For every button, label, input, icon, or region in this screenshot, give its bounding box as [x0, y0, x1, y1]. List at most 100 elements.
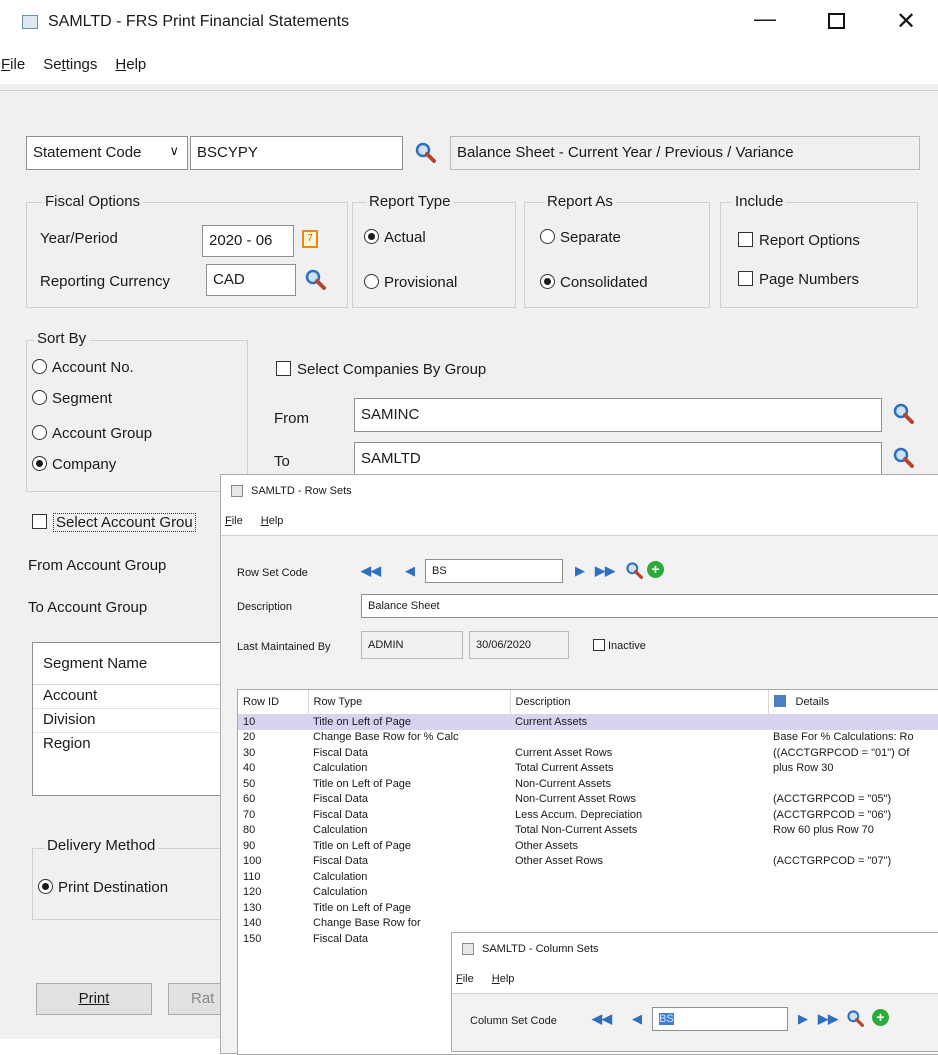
description-input[interactable]: Balance Sheet	[361, 594, 938, 618]
table-row[interactable]: 80 Calculation Total Non-Current Assets Row…	[238, 823, 938, 839]
radio-consolidated[interactable]: Consolidated	[540, 274, 648, 291]
menubar-divider	[0, 90, 938, 91]
secondary-button[interactable]: Rat	[168, 983, 228, 1015]
cell-row-type: Fiscal Data	[313, 793, 369, 806]
cell-row-type: Change Base Row for	[313, 917, 421, 930]
cell-details	[768, 885, 938, 901]
row-set-code-label: Row Set Code	[237, 567, 308, 579]
last-maintained-date: 30/06/2020	[469, 631, 569, 659]
rowsets-titlebar: SAMLTD - Row Sets	[221, 475, 938, 507]
statement-code-select[interactable]: Statement Code ∨	[26, 136, 188, 170]
menu-help[interactable]: Help	[492, 973, 515, 985]
table-row[interactable]: 60 Fiscal Data Non-Current Asset Rows (ACCT…	[238, 792, 938, 808]
year-period-label: Year/Period	[40, 230, 118, 247]
checkbox-report-options[interactable]: Report Options	[738, 232, 860, 249]
menu-file[interactable]: File	[225, 515, 243, 527]
app-icon	[462, 943, 474, 955]
table-row[interactable]: 20 Change Base Row for % Calc Base For % C…	[238, 730, 938, 746]
nav-first-icon[interactable]: ◀◀	[361, 563, 381, 579]
table-row[interactable]: 130 Title on Left of Page	[238, 900, 938, 916]
radio-account-group[interactable]: Account Group	[32, 425, 152, 442]
radio-provisional[interactable]: Provisional	[364, 274, 457, 291]
table-row[interactable]: 100 Fiscal Data Other Asset Rows (ACCTGRPCO…	[238, 854, 938, 870]
col-header-description[interactable]: Description	[510, 690, 769, 715]
cell-row-id: 70	[243, 808, 256, 821]
calendar-icon[interactable]: 7	[302, 230, 318, 248]
radio-separate[interactable]: Separate	[540, 229, 621, 246]
radio-company[interactable]: Company	[32, 456, 116, 473]
nav-last-icon[interactable]: ▶▶	[818, 1011, 838, 1027]
menu-help[interactable]: Help	[115, 56, 146, 73]
nav-prev-icon[interactable]: ◀	[405, 563, 415, 579]
list-item[interactable]: Division	[33, 709, 231, 733]
minimize-button[interactable]: —	[754, 6, 776, 32]
radio-actual[interactable]: Actual	[364, 229, 426, 246]
nav-prev-icon[interactable]: ◀	[632, 1011, 642, 1027]
nav-next-icon[interactable]: ▶	[798, 1011, 808, 1027]
report-type-group	[352, 202, 516, 308]
column-sets-window: SAMLTD - Column Sets File Help Column Se…	[451, 932, 938, 1052]
add-icon[interactable]: +	[872, 1009, 889, 1026]
checkbox-inactive[interactable]: Inactive	[593, 639, 646, 652]
checkbox-select-account-group[interactable]: Select Account Grou	[32, 513, 196, 532]
chevron-down-icon: ∨	[169, 143, 179, 158]
cell-row-id: 20	[243, 731, 256, 744]
menu-file[interactable]: File	[456, 973, 474, 985]
nav-next-icon[interactable]: ▶	[575, 563, 585, 579]
cell-details	[768, 916, 938, 932]
divider	[221, 535, 938, 536]
year-period-input[interactable]: 2020 - 06	[202, 225, 294, 257]
list-item[interactable]: Region	[33, 733, 231, 757]
statement-code-input[interactable]: BSCYPY	[190, 136, 403, 170]
search-icon[interactable]	[892, 446, 914, 468]
table-row[interactable]: 90 Title on Left of Page Other Assets	[238, 838, 938, 854]
col-header-row-id[interactable]: Row ID	[238, 690, 309, 715]
nav-last-icon[interactable]: ▶▶	[595, 563, 615, 579]
nav-first-icon[interactable]: ◀◀	[592, 1011, 612, 1027]
from-company-input[interactable]: SAMINC	[354, 398, 882, 432]
print-button[interactable]: Print	[36, 983, 152, 1015]
cell-details: (ACCTGRPCOD = "07")	[773, 855, 892, 868]
cell-row-type: Title on Left of Page	[313, 901, 412, 914]
checkbox-select-companies[interactable]: Select Companies By Group	[276, 361, 486, 378]
table-row[interactable]: 120 Calculation	[238, 885, 938, 901]
table-row[interactable]: 30 Fiscal Data Current Asset Rows ((ACCTGRP…	[238, 745, 938, 761]
table-row[interactable]: 140 Change Base Row for	[238, 916, 938, 932]
close-button[interactable]: ✕	[896, 7, 916, 36]
fiscal-options-label: Fiscal Options	[42, 193, 144, 210]
cell-row-type: Fiscal Data	[313, 855, 369, 868]
currency-input[interactable]: CAD	[206, 264, 296, 296]
cell-description: Total Current Assets	[515, 762, 614, 775]
add-icon[interactable]: +	[647, 561, 664, 578]
table-row[interactable]: 10 Title on Left of Page Current Assets	[238, 714, 938, 730]
table-row[interactable]: 110 Calculation	[238, 869, 938, 885]
search-icon[interactable]	[625, 561, 643, 579]
menu-file[interactable]: File	[1, 56, 25, 73]
from-label: From	[274, 410, 309, 427]
main-title: SAMLTD - FRS Print Financial Statements	[48, 13, 350, 30]
to-company-input[interactable]: SAMLTD	[354, 442, 882, 476]
list-item[interactable]: Account	[33, 685, 231, 709]
radio-account-no[interactable]: Account No.	[32, 359, 134, 376]
search-icon[interactable]	[414, 141, 436, 163]
row-set-code-input[interactable]: BS	[425, 559, 563, 583]
column-set-code-input[interactable]: BS	[652, 1007, 788, 1031]
col-header-row-type[interactable]: Row Type	[308, 690, 511, 715]
col-header-details[interactable]: Details	[768, 690, 938, 715]
menu-help[interactable]: Help	[261, 515, 284, 527]
table-row[interactable]: 50 Title on Left of Page Non-Current Asset…	[238, 776, 938, 792]
colsets-titlebar: SAMLTD - Column Sets	[452, 933, 938, 965]
cell-row-id: 140	[243, 917, 262, 930]
search-icon[interactable]	[304, 268, 326, 290]
cell-row-type: Title on Left of Page	[313, 839, 412, 852]
menu-settings[interactable]: Settings	[43, 56, 97, 73]
table-row[interactable]: 70 Fiscal Data Less Accum. Depreciation (AC…	[238, 807, 938, 823]
fiscal-options-group	[26, 202, 348, 308]
radio-print-destination[interactable]: Print Destination	[38, 879, 168, 896]
maximize-button[interactable]	[828, 13, 845, 29]
radio-segment[interactable]: Segment	[32, 390, 112, 407]
table-row[interactable]: 40 Calculation Total Current Assets plus Ro…	[238, 761, 938, 777]
checkbox-page-numbers[interactable]: Page Numbers	[738, 271, 859, 288]
search-icon[interactable]	[846, 1009, 864, 1027]
search-icon[interactable]	[892, 402, 914, 424]
